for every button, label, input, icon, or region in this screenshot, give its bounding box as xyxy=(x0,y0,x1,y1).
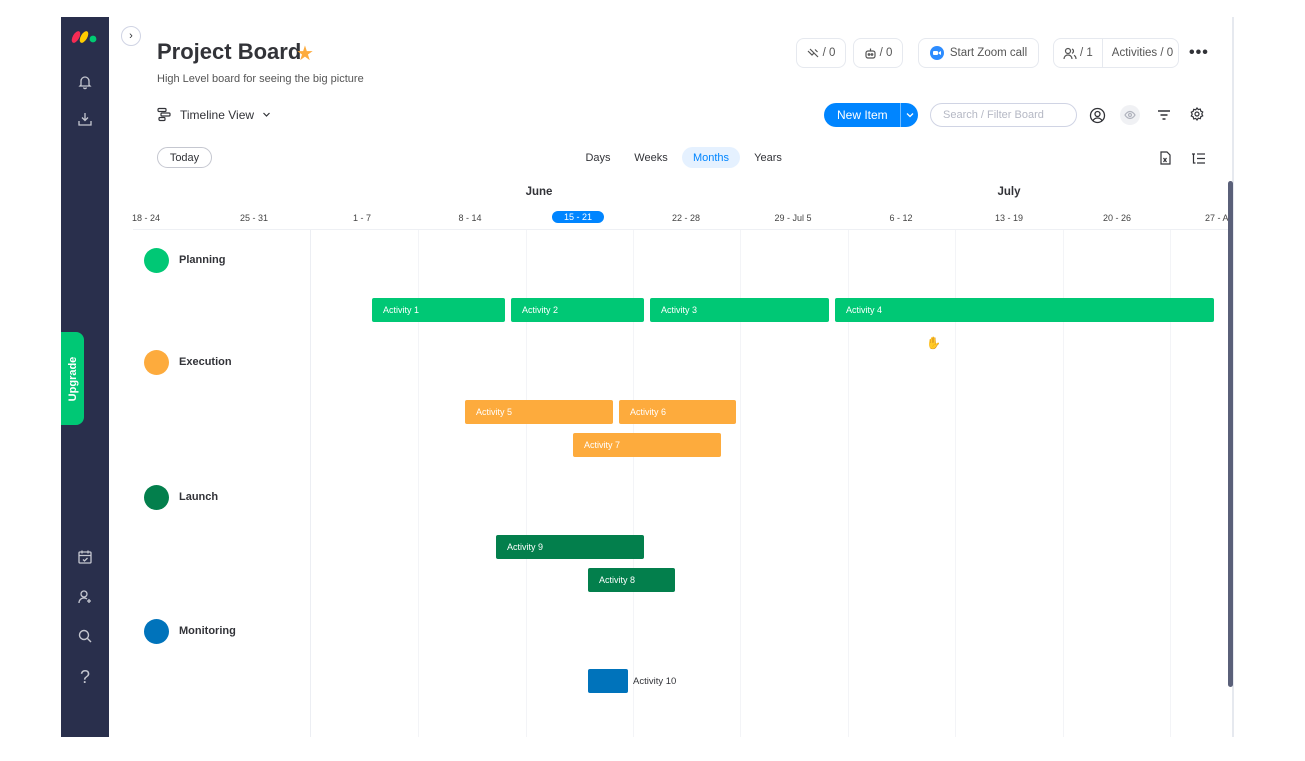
add-user-icon[interactable] xyxy=(73,585,97,609)
integrations-count: / 0 xyxy=(822,47,836,59)
members-icon xyxy=(1063,47,1077,59)
activities-button[interactable]: Activities / 0 xyxy=(1103,47,1173,59)
new-item-label: New Item xyxy=(837,108,888,122)
timeline-view-icon xyxy=(157,107,171,122)
chevron-right-icon[interactable]: › xyxy=(121,26,141,46)
automations-button[interactable]: / 0 xyxy=(853,38,903,68)
search-icon[interactable] xyxy=(73,624,97,648)
activity-bar[interactable]: Activity 3 xyxy=(650,298,829,322)
activity-label: Activity 10 xyxy=(633,676,677,687)
export-excel-icon[interactable] xyxy=(1155,148,1175,168)
zoom-icon xyxy=(929,46,944,60)
collapse-groups-icon[interactable] xyxy=(1188,148,1208,168)
upgrade-button[interactable]: Upgrade xyxy=(61,332,84,425)
scale-years[interactable]: Years xyxy=(750,147,786,168)
week-label: 25 - 31 xyxy=(239,213,269,223)
group-color-dot-monitoring xyxy=(144,619,169,644)
members-button[interactable]: / 1 xyxy=(1054,39,1103,67)
week-label: 29 - Jul 5 xyxy=(774,213,812,223)
zoom-label: Start Zoom call xyxy=(949,47,1028,59)
activity-bar[interactable]: Activity 9 xyxy=(496,535,644,559)
activity-bar[interactable]: Activity 2 xyxy=(511,298,644,322)
group-name-monitoring[interactable]: Monitoring xyxy=(179,625,236,637)
week-label: 20 - 26 xyxy=(1102,213,1132,223)
upgrade-label: Upgrade xyxy=(66,356,79,401)
group-color-dot-launch xyxy=(144,485,169,510)
new-item-dropdown-icon[interactable] xyxy=(900,103,918,127)
page-title: Project Board xyxy=(157,39,302,64)
new-item-button[interactable]: New Item xyxy=(824,103,918,127)
view-selector[interactable]: Timeline View xyxy=(157,107,271,122)
integrations-icon xyxy=(807,48,819,57)
settings-gear-icon[interactable] xyxy=(1187,104,1207,124)
activity-bar[interactable]: Activity 5 xyxy=(465,400,613,424)
monday-logo-icon[interactable] xyxy=(70,26,100,44)
calendar-check-icon[interactable] xyxy=(73,545,97,569)
group-color-dot-planning xyxy=(144,248,169,273)
chevron-down-icon xyxy=(263,112,270,117)
activity-bar[interactable]: Activity 8 xyxy=(588,568,675,592)
inbox-download-icon[interactable] xyxy=(73,107,97,131)
help-icon[interactable]: ? xyxy=(73,665,97,689)
scale-days[interactable]: Days xyxy=(580,147,616,168)
group-name-execution[interactable]: Execution xyxy=(179,356,232,368)
integrations-button[interactable]: / 0 xyxy=(796,38,846,68)
month-label-july: July xyxy=(997,186,1021,198)
robot-icon xyxy=(864,48,876,59)
favorite-star-icon[interactable]: ★ xyxy=(296,41,314,66)
more-options-icon[interactable]: ••• xyxy=(1189,44,1209,62)
filter-icon[interactable] xyxy=(1154,105,1174,125)
week-label: 22 - 28 xyxy=(671,213,701,223)
week-label: 6 - 12 xyxy=(889,213,913,223)
activity-bar[interactable]: Activity 4 xyxy=(835,298,1214,322)
vertical-scrollbar[interactable] xyxy=(1228,181,1233,687)
week-label: 27 - Au xyxy=(1205,213,1228,223)
activity-bar[interactable] xyxy=(588,669,628,693)
search-filter-input[interactable]: Search / Filter Board xyxy=(930,103,1077,127)
person-filter-icon[interactable] xyxy=(1087,105,1107,125)
week-label: 18 - 24 xyxy=(131,213,161,223)
activity-bar[interactable]: Activity 1 xyxy=(372,298,505,322)
view-label: Timeline View xyxy=(180,107,255,122)
scale-weeks[interactable]: Weeks xyxy=(630,147,672,168)
grab-cursor-icon: ✋ xyxy=(926,336,941,350)
bell-icon[interactable] xyxy=(73,70,97,94)
members-activities-group: / 1 Activities / 0 xyxy=(1053,38,1179,68)
group-name-planning[interactable]: Planning xyxy=(179,254,225,266)
week-label: 1 - 7 xyxy=(352,213,372,223)
month-label-june: June xyxy=(525,186,553,198)
today-button[interactable]: Today xyxy=(157,147,212,168)
automations-count: / 0 xyxy=(879,47,893,59)
activity-bar[interactable]: Activity 7 xyxy=(573,433,721,457)
hide-eye-icon[interactable] xyxy=(1120,105,1140,125)
scale-months[interactable]: Months xyxy=(682,147,740,168)
members-count: / 1 xyxy=(1080,47,1093,59)
group-name-launch[interactable]: Launch xyxy=(179,491,218,503)
week-label-current: 15 - 21 xyxy=(551,211,605,223)
activity-bar[interactable]: Activity 6 xyxy=(619,400,736,424)
group-color-dot-execution xyxy=(144,350,169,375)
week-label: 13 - 19 xyxy=(994,213,1024,223)
week-label: 8 - 14 xyxy=(458,213,482,223)
board-description: High Level board for seeing the big pict… xyxy=(157,73,364,85)
group-column-divider xyxy=(310,230,311,737)
start-zoom-call-button[interactable]: Start Zoom call xyxy=(918,38,1039,68)
